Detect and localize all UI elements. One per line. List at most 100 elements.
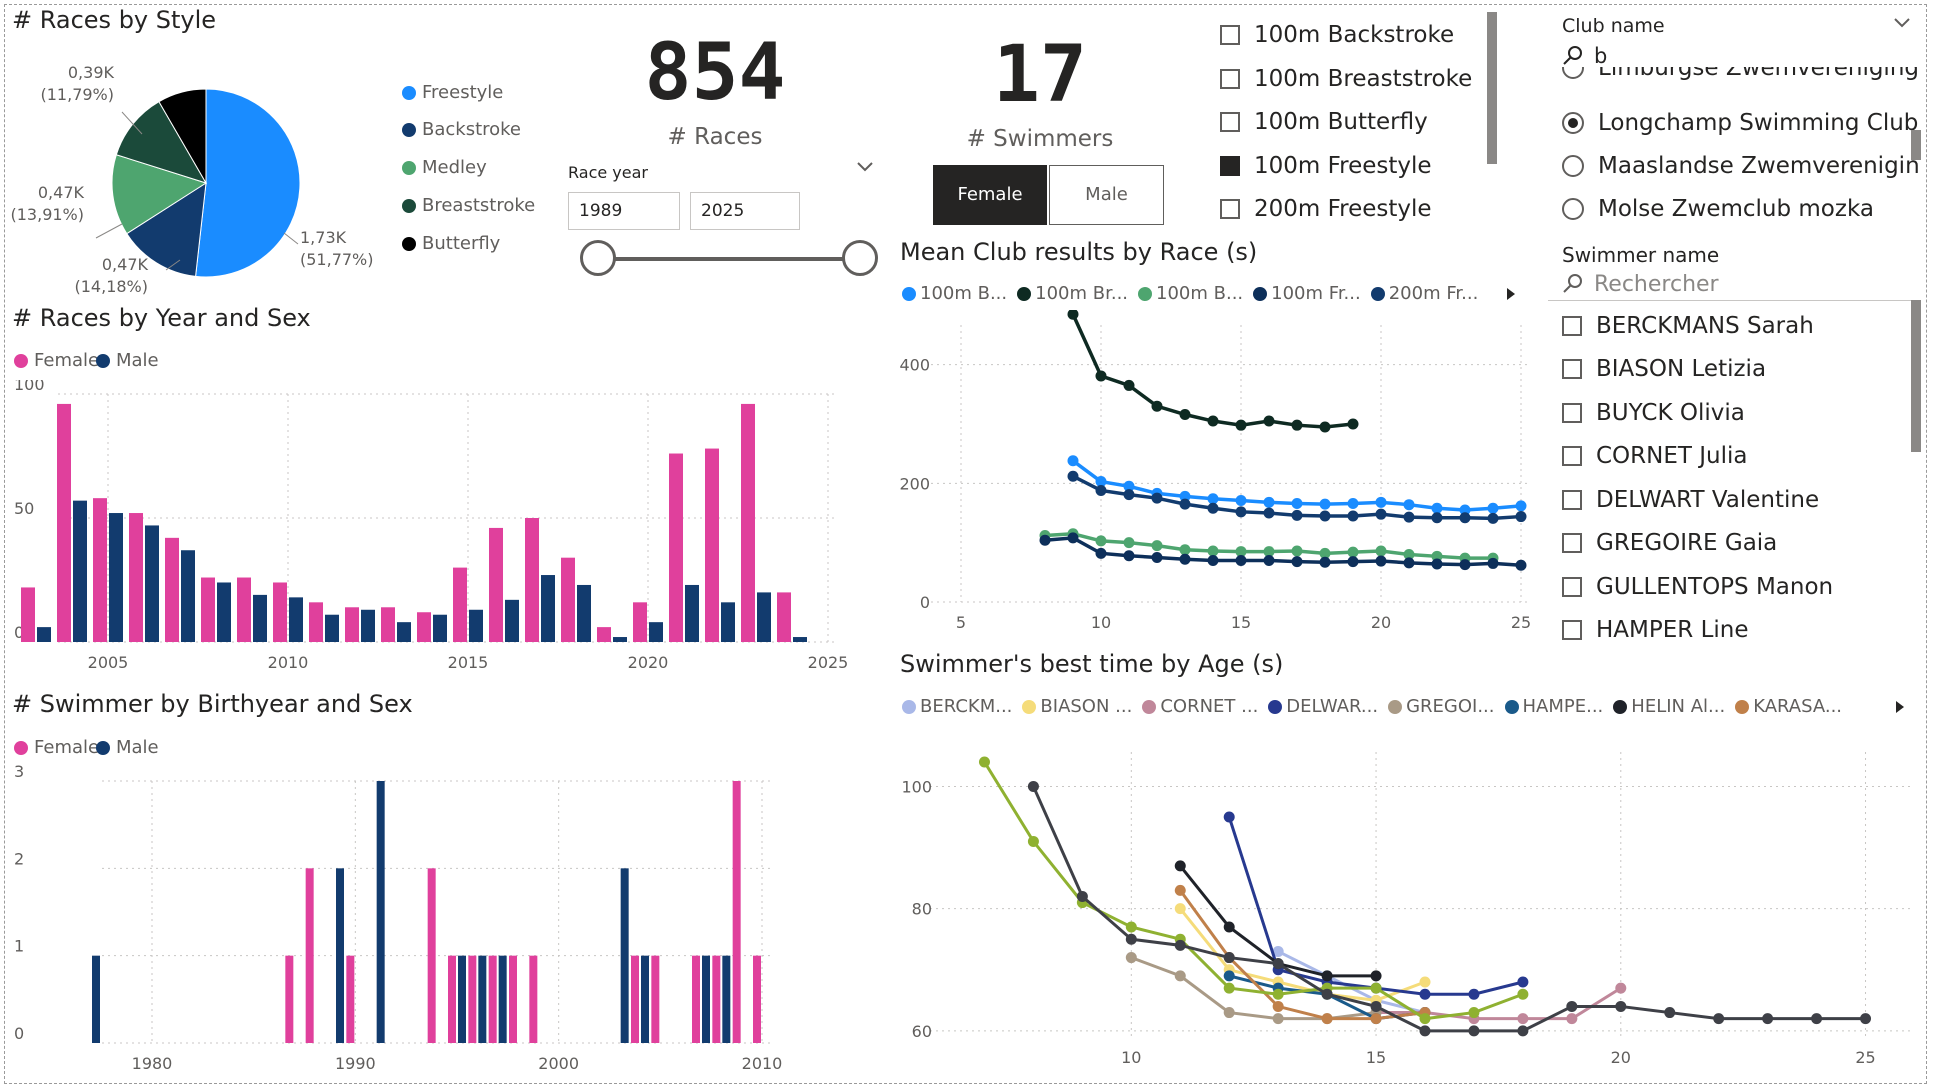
- bar-male[interactable]: [37, 627, 51, 642]
- series-point[interactable]: [1321, 1013, 1333, 1025]
- series-point[interactable]: [1027, 780, 1039, 792]
- series-point[interactable]: [1419, 988, 1431, 1000]
- series-point[interactable]: [1174, 903, 1186, 915]
- bar-male[interactable]: [641, 955, 649, 1043]
- series-point[interactable]: [1223, 1007, 1235, 1019]
- series-point[interactable]: [1207, 502, 1219, 514]
- series-point[interactable]: [1223, 982, 1235, 994]
- legend-item[interactable]: HELIN Al...: [1613, 696, 1725, 717]
- bar-male[interactable]: [397, 622, 411, 642]
- bar-female[interactable]: [509, 955, 517, 1043]
- legend-male[interactable]: Male: [96, 350, 159, 371]
- series-point[interactable]: [1095, 547, 1107, 559]
- series-point[interactable]: [1403, 511, 1415, 523]
- series-point[interactable]: [1235, 419, 1247, 431]
- bar-male[interactable]: [478, 955, 487, 1043]
- checkbox-checked-icon[interactable]: [1220, 156, 1240, 176]
- bar-male[interactable]: [336, 868, 344, 1043]
- checkbox-icon[interactable]: [1562, 403, 1582, 423]
- series-point[interactable]: [1347, 418, 1359, 430]
- bar-female[interactable]: [741, 403, 755, 642]
- checkbox-icon[interactable]: [1562, 533, 1582, 553]
- series-point[interactable]: [1403, 557, 1415, 569]
- series-point[interactable]: [1468, 1025, 1480, 1037]
- checkbox-icon[interactable]: [1562, 577, 1582, 597]
- bar-female[interactable]: [692, 955, 700, 1043]
- bar-male[interactable]: [253, 594, 267, 642]
- series-point[interactable]: [1370, 970, 1382, 982]
- bar-female[interactable]: [712, 955, 721, 1043]
- bar-male[interactable]: [649, 622, 663, 642]
- bar-female[interactable]: [631, 955, 639, 1043]
- bar-male[interactable]: [181, 550, 195, 642]
- series-point[interactable]: [1370, 982, 1382, 994]
- bar-female[interactable]: [669, 453, 683, 642]
- bar-male[interactable]: [145, 525, 159, 642]
- series-point[interactable]: [1347, 556, 1359, 568]
- club-search-input[interactable]: b: [1594, 44, 1607, 68]
- series-point[interactable]: [1179, 544, 1191, 556]
- bar-female[interactable]: [705, 448, 719, 642]
- bar-male[interactable]: [620, 868, 629, 1043]
- series-point[interactable]: [1174, 884, 1186, 896]
- series-point[interactable]: [1123, 550, 1135, 562]
- series-point[interactable]: [1291, 509, 1303, 521]
- series-point[interactable]: [1207, 415, 1219, 427]
- series-point[interactable]: [1419, 976, 1431, 988]
- series-point[interactable]: [1207, 554, 1219, 566]
- series-point[interactable]: [1487, 512, 1499, 524]
- club-option[interactable]: Longchamp Swimming Club ...: [1562, 110, 1920, 136]
- bar-female[interactable]: [561, 557, 575, 642]
- chevron-down-icon[interactable]: [1893, 16, 1911, 30]
- series-point[interactable]: [1419, 1025, 1431, 1037]
- slice-freestyle[interactable]: [195, 88, 301, 278]
- series-point[interactable]: [1291, 556, 1303, 568]
- race-option[interactable]: 200m Freestyle: [1220, 196, 1432, 222]
- series-point[interactable]: [1431, 502, 1443, 514]
- bar-female[interactable]: [597, 627, 611, 642]
- club-option[interactable]: Molse Zwemclub mozka: [1562, 196, 1874, 222]
- bar-male[interactable]: [613, 637, 627, 642]
- series-point[interactable]: [1615, 1000, 1627, 1012]
- series-point[interactable]: [1095, 484, 1107, 496]
- series-point[interactable]: [1468, 1007, 1480, 1019]
- series-point[interactable]: [1223, 970, 1235, 982]
- bar-female[interactable]: [633, 602, 647, 642]
- bar-female[interactable]: [57, 403, 71, 642]
- legend-item[interactable]: BERCKM...: [902, 696, 1012, 717]
- series-point[interactable]: [1431, 558, 1443, 570]
- bar-male[interactable]: [505, 599, 519, 642]
- series-point[interactable]: [1664, 1007, 1676, 1019]
- legend-item[interactable]: 200m Fr...: [1370, 283, 1478, 304]
- bar-female[interactable]: [468, 955, 477, 1043]
- series-point[interactable]: [1263, 496, 1275, 508]
- bar-male[interactable]: [376, 781, 385, 1043]
- series-point[interactable]: [1375, 555, 1387, 567]
- series-point[interactable]: [1067, 310, 1079, 320]
- legend-item[interactable]: CORNET ...: [1142, 696, 1258, 717]
- race-option[interactable]: 100m Freestyle: [1220, 153, 1432, 179]
- bar-female[interactable]: [201, 577, 215, 642]
- checkbox-icon[interactable]: [1562, 316, 1582, 336]
- legend-male[interactable]: Male: [96, 737, 159, 758]
- legend-female[interactable]: Female: [14, 350, 99, 371]
- series-point[interactable]: [1263, 554, 1275, 566]
- legend-item[interactable]: BIASON ...: [1022, 696, 1132, 717]
- bar-male[interactable]: [217, 582, 231, 642]
- series-point[interactable]: [1459, 512, 1471, 524]
- series-point[interactable]: [1811, 1013, 1823, 1025]
- series-point[interactable]: [1272, 988, 1284, 1000]
- series-point[interactable]: [1095, 370, 1107, 382]
- series-point[interactable]: [1319, 498, 1331, 510]
- series-point[interactable]: [1235, 506, 1247, 518]
- series-point[interactable]: [1123, 379, 1135, 391]
- swimmer-option[interactable]: BIASON Letizia: [1562, 356, 1766, 382]
- series-point[interactable]: [1151, 400, 1163, 412]
- bar-female[interactable]: [93, 498, 107, 642]
- checkbox-icon[interactable]: [1562, 359, 1582, 379]
- series-point[interactable]: [1223, 811, 1235, 823]
- race-list-scrollbar[interactable]: [1487, 12, 1497, 164]
- series-point[interactable]: [1515, 511, 1527, 523]
- race-year-to-input[interactable]: 2025: [690, 192, 800, 230]
- female-button[interactable]: Female: [933, 165, 1047, 225]
